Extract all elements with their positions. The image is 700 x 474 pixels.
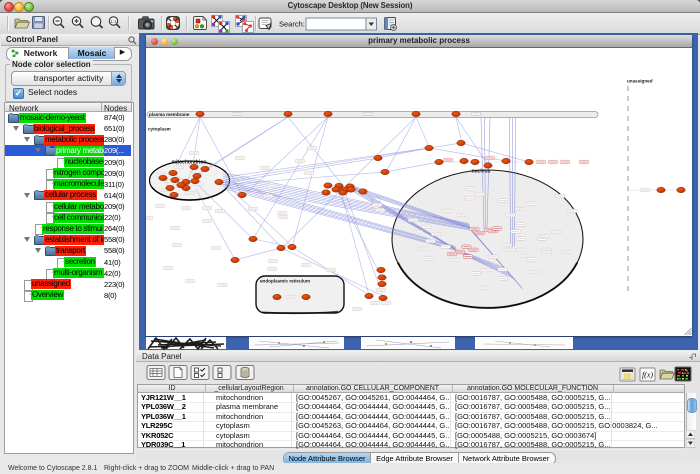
- svg-text:unassigned: unassigned: [627, 79, 653, 84]
- svg-text:Search:: Search:: [279, 20, 305, 29]
- svg-text:1:1: 1:1: [110, 19, 117, 24]
- svg-text:nucleus: nucleus: [472, 169, 491, 175]
- svg-text:plasma membrane: plasma membrane: [149, 112, 190, 117]
- svg-text:f(x): f(x): [642, 371, 653, 380]
- svg-text:endoplasmic reticulum: endoplasmic reticulum: [260, 279, 310, 284]
- svg-text:mitochondrion: mitochondrion: [172, 160, 207, 166]
- svg-text:cytoplasm: cytoplasm: [148, 127, 171, 132]
